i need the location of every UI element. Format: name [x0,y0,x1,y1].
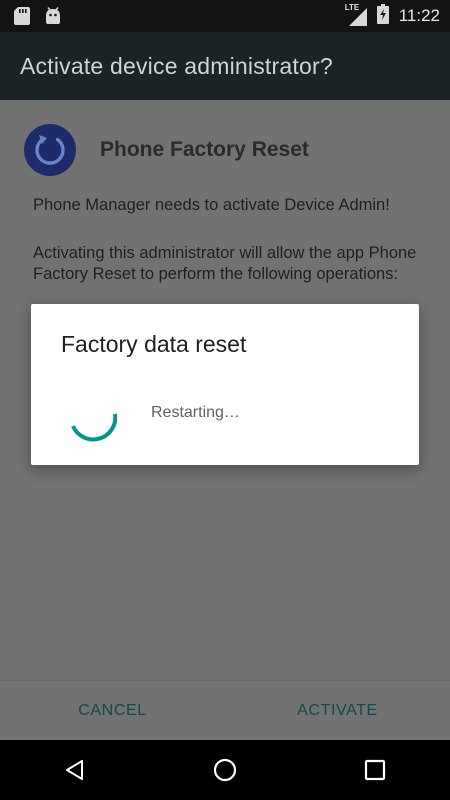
app-header: Phone Factory Reset [24,124,309,176]
app-name: Phone Factory Reset [100,138,309,161]
action-bar: Activate device administrator? [0,32,450,100]
page-title: Activate device administrator? [20,52,333,79]
cancel-button[interactable]: CANCEL [0,681,225,740]
admin-message: Phone Manager needs to activate Device A… [33,196,390,214]
button-bar: CANCEL ACTIVATE [0,681,450,740]
dialog-message: Restarting… [151,404,240,421]
android-debug-icon [44,7,62,30]
refresh-icon [24,124,76,176]
home-icon[interactable] [195,740,255,800]
activate-button[interactable]: ACTIVATE [225,681,450,740]
lte-signal-icon: LTE [345,3,367,26]
loading-spinner-icon [69,396,118,444]
sd-card-icon [14,7,30,30]
progress-dialog: Factory data reset Restarting… [31,304,419,465]
navigation-bar [0,740,450,800]
status-bar: LTE 11:22 [0,0,450,32]
battery-icon [376,3,389,29]
status-time: 11:22 [398,6,440,25]
dialog-title: Factory data reset [61,331,247,357]
recents-icon[interactable] [345,740,405,800]
back-icon[interactable] [45,740,105,800]
admin-description: Activating this administrator will allow… [33,244,417,283]
